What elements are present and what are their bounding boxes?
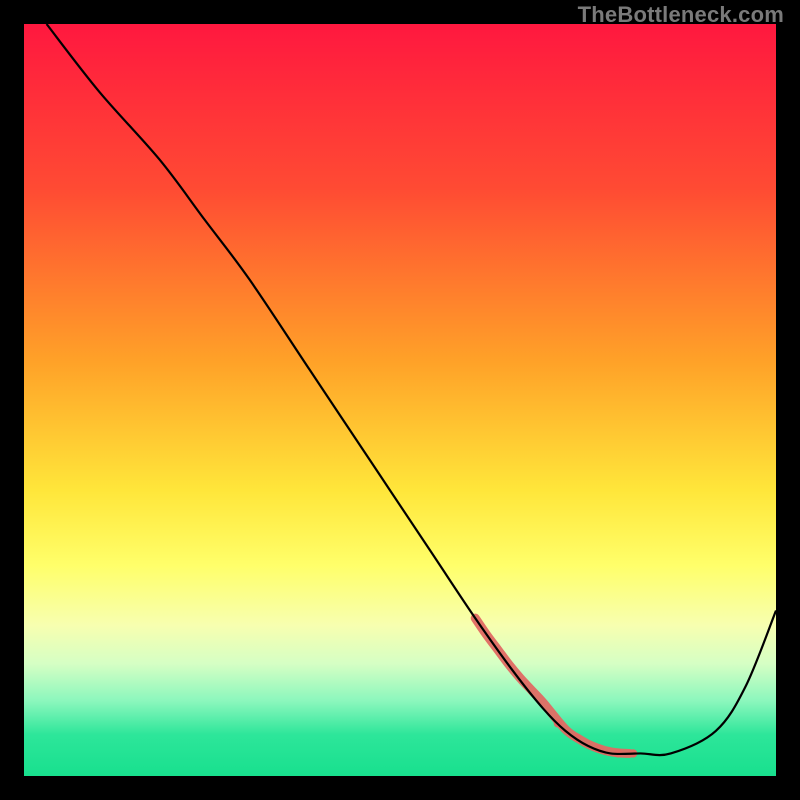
plot-area xyxy=(24,24,776,776)
bottleneck-chart xyxy=(24,24,776,776)
gradient-background xyxy=(24,24,776,776)
chart-frame: TheBottleneck.com xyxy=(0,0,800,800)
